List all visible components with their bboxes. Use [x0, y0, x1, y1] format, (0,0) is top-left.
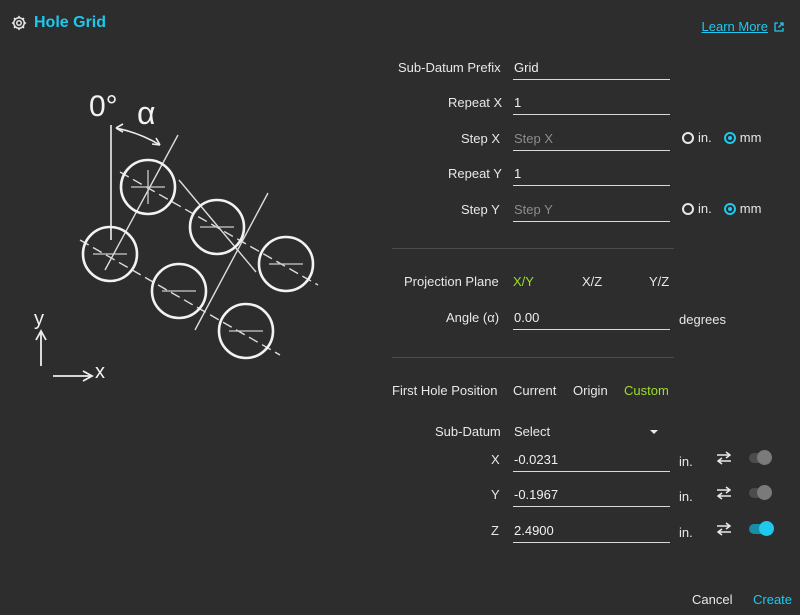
first-hole-label: First Hole Position	[392, 383, 498, 398]
step-y-label: Step Y	[461, 202, 500, 217]
repeat-x-label: Repeat X	[448, 95, 503, 110]
coord-row-y: Y in.	[392, 483, 792, 507]
coord-x-input[interactable]	[513, 448, 670, 472]
section-divider	[392, 357, 674, 358]
step-x-row: Step X in. mm	[392, 127, 792, 151]
first-hole-current-option[interactable]: Current	[513, 383, 556, 398]
grid-line-1	[104, 134, 179, 271]
sub-datum-prefix-label: Sub-Datum Prefix	[398, 60, 501, 75]
sub-datum-row: Sub-Datum Select	[392, 420, 692, 444]
dialog-title: Hole Grid	[34, 14, 107, 31]
angle-row: Angle (α) degrees	[392, 306, 792, 330]
step-y-input[interactable]	[513, 198, 670, 222]
step-y-in-radio[interactable]	[682, 202, 694, 215]
create-button[interactable]: Create	[753, 592, 792, 607]
projection-xy-option[interactable]: X/Y	[513, 274, 534, 289]
zero-degree-label: 0°	[89, 90, 118, 123]
section-divider	[392, 248, 674, 249]
grid-line-4	[79, 239, 281, 356]
learn-more-label: Learn More	[701, 19, 768, 34]
coord-z-toggle[interactable]	[749, 521, 774, 536]
step-x-mm-label[interactable]: mm	[740, 130, 762, 145]
alpha-label: α	[137, 95, 156, 131]
repeat-x-input[interactable]	[513, 91, 670, 115]
step-y-mm-radio[interactable]	[723, 202, 736, 215]
projection-plane-label: Projection Plane	[404, 274, 499, 289]
angle-label: Angle (α)	[446, 310, 500, 325]
sub-datum-select[interactable]: Select	[513, 420, 670, 444]
coord-y-toggle[interactable]	[749, 485, 772, 500]
sub-datum-value: Select	[514, 424, 551, 439]
coord-axis-label: X	[491, 452, 500, 467]
repeat-y-input[interactable]	[513, 162, 670, 186]
projection-plane-row: Projection Plane X/Y X/Z Y/Z	[392, 270, 692, 294]
y-axis-label: y	[34, 308, 44, 330]
coord-axis-label: Z	[491, 523, 499, 538]
swap-arrows-icon[interactable]	[716, 522, 732, 536]
step-y-mm-label[interactable]: mm	[740, 201, 762, 216]
swap-arrows-icon[interactable]	[716, 451, 732, 465]
step-y-in-label[interactable]: in.	[698, 201, 712, 216]
angle-unit: degrees	[679, 312, 726, 327]
swap-arrows-icon[interactable]	[716, 486, 732, 500]
sub-datum-prefix-input[interactable]	[513, 56, 670, 80]
first-hole-origin-option[interactable]: Origin	[573, 383, 608, 398]
repeat-y-label: Repeat Y	[448, 166, 502, 181]
dialog-header: Hole Grid	[10, 14, 106, 32]
projection-xz-option[interactable]: X/Z	[582, 274, 602, 289]
coord-z-unit: in.	[679, 525, 693, 540]
hole-grid-diagram: 0° α y x	[34, 90, 319, 383]
coord-y-unit: in.	[679, 489, 693, 504]
coord-y-input[interactable]	[513, 483, 670, 507]
x-axis-label: x	[95, 361, 105, 383]
step-y-unit-group: in. mm	[682, 201, 769, 216]
coord-row-x: X in.	[392, 448, 792, 472]
coord-axis-label: Y	[491, 487, 500, 502]
step-x-mm-radio[interactable]	[723, 131, 736, 144]
external-link-icon	[774, 21, 784, 32]
step-x-input[interactable]	[513, 127, 670, 151]
coord-x-unit: in.	[679, 454, 693, 469]
gear-icon	[11, 15, 27, 31]
sub-datum-label: Sub-Datum	[435, 424, 501, 439]
first-hole-custom-option[interactable]: Custom	[624, 383, 669, 398]
coord-z-input[interactable]	[513, 519, 670, 543]
coord-x-toggle[interactable]	[749, 450, 772, 465]
angle-input[interactable]	[513, 306, 670, 330]
step-y-row: Step Y in. mm	[392, 198, 792, 222]
step-x-in-radio[interactable]	[682, 131, 694, 144]
step-x-in-label[interactable]: in.	[698, 130, 712, 145]
first-hole-row: First Hole Position Current Origin Custo…	[392, 379, 692, 403]
coord-row-z: Z in.	[392, 519, 792, 543]
projection-yz-option[interactable]: Y/Z	[649, 274, 669, 289]
step-x-label: Step X	[461, 131, 501, 146]
cancel-button[interactable]: Cancel	[692, 592, 732, 607]
dropdown-caret-icon	[650, 430, 658, 434]
learn-more-link[interactable]: Learn More	[702, 19, 784, 34]
step-x-unit-group: in. mm	[682, 130, 769, 145]
